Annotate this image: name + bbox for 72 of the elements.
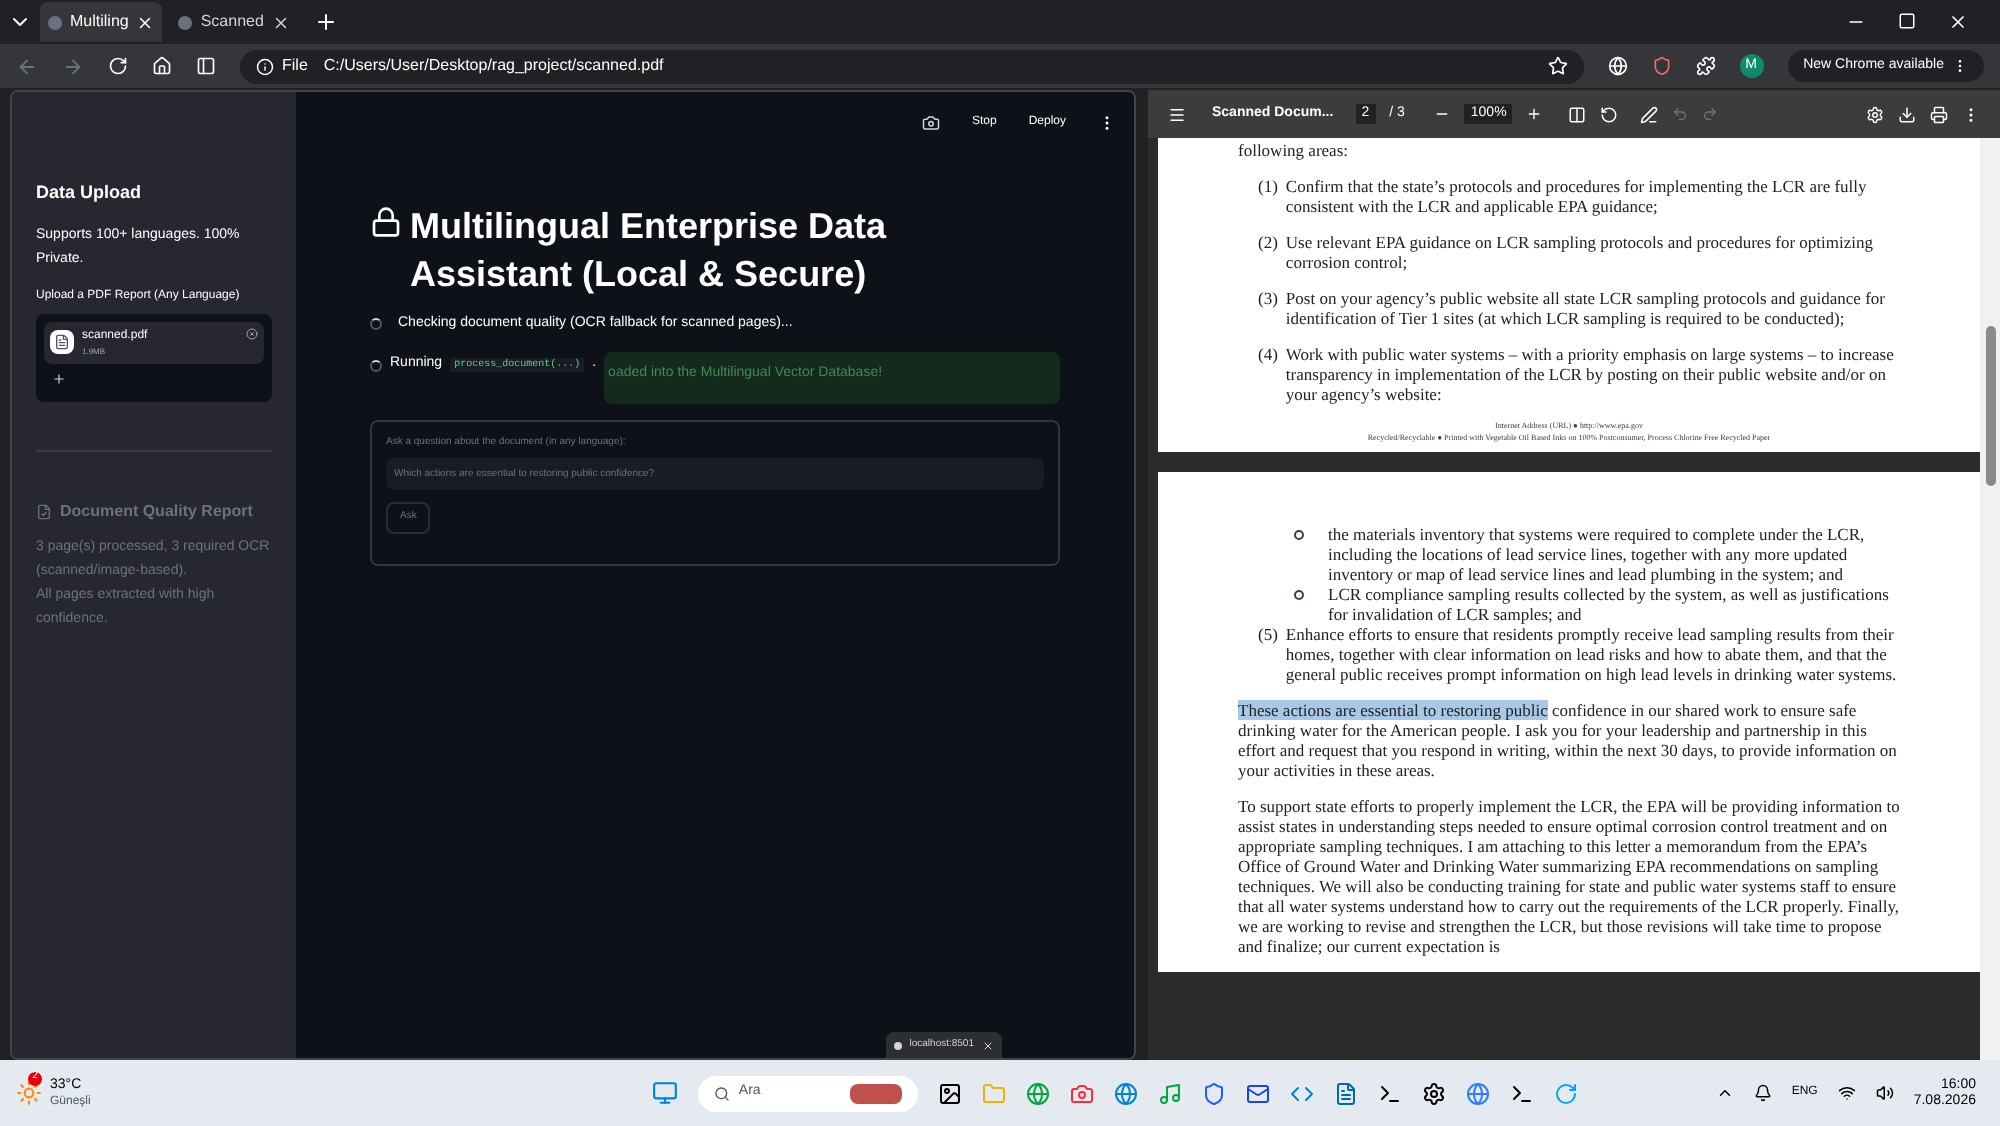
tab-title: Scanned [200,10,264,34]
browser-icon[interactable] [1026,1081,1051,1105]
sun-icon [16,1080,42,1106]
list-item-text: Enhance efforts to ensure that residents promptly receive lead sampling results from their homes, together with clear information on lead risks and how to abate them, and that the general public receives prompt information on high lead levels in drinking water systems. [1285,624,1899,684]
sidebar-title: Data Upload [36,180,144,206]
extensions-icon[interactable] [1695,56,1716,76]
menu-icon[interactable] [1168,105,1186,123]
reload-icon[interactable] [108,56,128,76]
close-icon[interactable] [1948,12,1968,32]
site-info-chip[interactable]: File [256,54,308,78]
search-icon [714,1085,731,1101]
task-view-icon[interactable] [938,1081,963,1105]
browser-tab[interactable]: Scanned [170,2,298,42]
close-icon[interactable] [982,1039,994,1051]
print-icon[interactable] [1930,105,1948,123]
annotate-icon[interactable] [1640,105,1659,123]
browser-tab[interactable]: Multiling [40,2,163,42]
remove-file-icon[interactable] [246,327,258,339]
list-item-text: LCR compliance sampling results collected by the system, as well as justifications for invalidation of LCR samples; and [1328,584,1891,624]
volume-icon[interactable] [1875,1084,1894,1102]
new-tab-icon[interactable] [313,10,338,34]
bullet-icon [1294,590,1304,600]
item-number: (4) [1258,344,1278,368]
close-tab-icon[interactable] [136,13,155,31]
item-number: (2) [1258,232,1278,256]
tray-icon[interactable] [1753,1084,1772,1102]
address-bar[interactable]: File C:/Users/User/Desktop/rag_project/scanned.pdf [240,49,1584,83]
close-tab-icon[interactable] [271,13,290,31]
item-number: (1) [1258,176,1278,200]
url-text: C:/Users/User/Desktop/rag_project/scanned.pdf [323,54,664,78]
paragraph: These actions are essential to restoring public confidence in our shared work to ensure safe drinking water for the American people. I ask you for your leadership and partnership in this effort and request that you respond in writing, within the next 30 days, to provide information on your activities in these areas. [1238,700,1899,780]
scrollbar[interactable] [1980,138,2000,1060]
terminal-icon[interactable] [1378,1081,1403,1105]
side-panel-icon[interactable] [196,56,216,76]
item-number: (5) [1258,624,1278,648]
tray-chevron-icon[interactable] [1715,1084,1734,1102]
tab-favicon [178,15,193,29]
fit-page-icon[interactable] [1568,105,1587,123]
paragraph: following areas: [1238,140,1350,160]
back-icon[interactable] [16,55,38,77]
bullet-icon [1294,530,1304,540]
music-icon[interactable] [1158,1081,1183,1105]
document-icon [36,503,52,519]
zoom-in-icon[interactable] [1526,106,1543,122]
add-file-icon[interactable] [52,371,66,385]
bookmark-icon[interactable] [1547,56,1568,76]
favicon-icon [893,1041,902,1049]
wifi-icon[interactable] [1837,1084,1856,1102]
rotate-icon[interactable] [1600,105,1619,123]
forward-icon[interactable] [62,55,84,77]
page-title: Multilingual Enterprise Data Assistant (Local & Secure) [410,204,889,298]
list-item-text: Use relevant EPA guidance on LCR sampling protocols and procedures for optimizing corrosion control; [1285,232,1876,272]
terminal-icon[interactable] [1510,1081,1535,1105]
list-item-text: Confirm that the state’s protocols and procedures for implementing the LCR are fully consistent with the LCR and applicable EPA guidance; [1285,176,1869,216]
report-title: Document Quality Report [60,499,253,523]
paragraph: To support state efforts to properly implement the LCR, the EPA will be providing information to assist states in understanding steps needed to ensure optimal corrosion control treatment and on appropriate sampling techniques. I am attaching to this letter a memorandum from the EPA’s Office of Ground Water and Drinking Water summarizing EPA recommendations on sampling techniques. We will also be conducting training for state and public water systems staff to ensure that all water systems understand how to carry out the requirements of the LCR properly. Finally, we are working to revise and strengthen the LCR, but those revisions will take time to propose and finalize; our current expectation is [1238,796,1900,956]
tab-favicon [48,15,62,29]
file-icon [50,330,74,354]
info-icon [256,57,274,75]
item-number: (3) [1258,288,1278,312]
list-item-text: Work with public water systems – with a priority emphasis on large systems – to increase transparency in implementation of the LCR by posting on their public website and/or on your agency’s website: [1285,344,1896,404]
tab-title: Multiling [70,10,129,34]
start-icon[interactable] [652,1080,679,1106]
restore-icon[interactable] [1898,12,1916,30]
spinner-icon [370,318,382,331]
list-item-text: the materials inventory that systems were required to complete under the LCR, including the locations of lead service lines, together with any more updated inventory or map of lead service lines and lead plumbing in the system; and [1328,524,1867,584]
lock-icon [370,206,402,238]
code-editor-icon[interactable] [1290,1081,1315,1105]
download-icon[interactable] [1898,105,1916,123]
list-item-text: Post on your agency’s public website all state LCR sampling protocols and guidance for identification of Tier 1 sites (at which LCR sampling is required to be conducted); [1285,288,1887,328]
spinner-icon [370,359,382,371]
home-icon[interactable] [152,56,172,76]
